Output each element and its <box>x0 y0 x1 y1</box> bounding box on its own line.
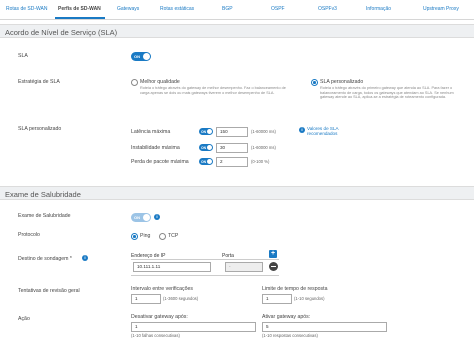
sla-section-header: Acordo de Nível de Serviço (SLA) <box>0 24 474 38</box>
active-tab-indicator <box>55 17 105 19</box>
latency-label: Latência máxima <box>131 129 171 135</box>
latency-toggle[interactable]: ON <box>199 128 213 135</box>
tab-gateways[interactable]: Gateways <box>117 6 139 12</box>
info-icon[interactable]: i <box>299 127 305 133</box>
sla-label: SLA <box>18 53 28 59</box>
best-quality-description: Roteia o tráfego através do gateway de m… <box>140 86 286 95</box>
table-divider <box>131 275 279 276</box>
tab-ospf[interactable]: OSPF <box>271 6 285 12</box>
jitter-toggle-text: ON <box>201 145 207 150</box>
probe-destination-label: Destino de sondagem * <box>18 256 72 262</box>
deactivate-label: Desativar gateway após: <box>131 314 188 320</box>
tab-sdwan-profiles[interactable]: Perfis de SD-WAN <box>58 6 101 12</box>
health-section-title: Exame de Salubridade <box>5 190 81 199</box>
latency-input[interactable]: 150 <box>216 127 248 137</box>
health-check-label: Exame de Salubridade <box>18 213 71 219</box>
tab-information[interactable]: Informação <box>366 6 391 12</box>
custom-sla-radio[interactable] <box>311 79 318 86</box>
ping-radio[interactable] <box>131 233 138 240</box>
toggle-knob <box>207 145 212 150</box>
custom-sla-radio-label: SLA personalizado <box>320 79 364 85</box>
packet-loss-label: Perda de pacote máxima <box>131 159 189 165</box>
timeout-label: Limite de tempo de resposta <box>262 286 328 292</box>
timeout-input[interactable]: 1 <box>262 294 292 304</box>
latency-toggle-text: ON <box>201 129 207 134</box>
tab-upstream-proxy[interactable]: Upstream Proxy <box>423 6 459 12</box>
tcp-radio[interactable] <box>159 233 166 240</box>
health-check-toggle-text: ON <box>134 215 140 220</box>
toggle-knob <box>143 53 150 60</box>
tab-bgp[interactable]: BGP <box>222 6 233 12</box>
jitter-label: Instabilidade máxima <box>131 145 180 151</box>
port-input[interactable]: - <box>225 262 263 272</box>
retry-label: Tentativas de revisão geral <box>18 288 80 294</box>
activate-input[interactable]: 5 <box>262 322 387 332</box>
packet-loss-input[interactable]: 2 <box>216 157 248 167</box>
best-quality-radio[interactable] <box>131 79 138 86</box>
recommended-sla-link[interactable]: Valores de SLA recomendados <box>307 126 367 137</box>
deactivate-input[interactable]: 1 <box>131 322 256 332</box>
packet-loss-toggle-text: ON <box>201 159 207 164</box>
custom-sla-label: SLA personalizado <box>18 126 62 132</box>
ping-label: Ping <box>140 233 151 239</box>
jitter-input[interactable]: 30 <box>216 143 248 153</box>
deactivate-range: (1-10 falhas consecutivas) <box>131 333 180 338</box>
info-icon[interactable]: i <box>154 214 160 220</box>
packet-loss-toggle[interactable]: ON <box>199 158 213 165</box>
tab-static-routes[interactable]: Rotas estáticas <box>160 6 194 12</box>
activate-range: (1-10 respostas consecutivas) <box>262 333 318 338</box>
latency-range: (1-60000 ms) <box>251 129 276 134</box>
interval-input[interactable]: 1 <box>131 294 161 304</box>
tab-ospfv3[interactable]: OSPFv3 <box>318 6 337 12</box>
remove-destination-button[interactable] <box>269 262 278 271</box>
activate-label: Ativar gateway após: <box>262 314 311 320</box>
health-check-toggle[interactable]: ON <box>131 213 151 222</box>
table-divider <box>131 259 279 260</box>
timeout-range: (1-10 segundos) <box>294 296 325 301</box>
custom-sla-description: Roteia o tráfego através do primeiro gat… <box>320 86 454 100</box>
toggle-knob <box>207 159 212 164</box>
tab-sdwan-routes[interactable]: Rotas de SD-WAN <box>6 6 48 12</box>
jitter-range: (1-60000 ms) <box>251 145 276 150</box>
best-quality-label: Melhor qualidade <box>140 79 180 85</box>
sla-toggle-text: ON <box>134 54 140 59</box>
add-destination-button[interactable]: + <box>269 250 277 258</box>
action-label: Ação <box>18 316 30 322</box>
sla-section-title: Acordo de Nível de Serviço (SLA) <box>5 28 118 37</box>
ip-address-input[interactable]: 10.111.1.11 <box>133 262 211 272</box>
interval-range: (1-3600 segundos) <box>163 296 199 301</box>
jitter-toggle[interactable]: ON <box>199 144 213 151</box>
packet-loss-range: (0-100 %) <box>251 159 270 164</box>
strategy-label: Estratégia de SLA <box>18 79 60 85</box>
sla-toggle[interactable]: ON <box>131 52 151 61</box>
tcp-label: TCP <box>168 233 179 239</box>
tab-bar: Rotas de SD-WAN Perfis de SD-WAN Gateway… <box>0 0 474 20</box>
info-icon[interactable]: i <box>82 255 88 261</box>
interval-label: Intervalo entre verificações <box>131 286 193 292</box>
toggle-knob <box>207 129 212 134</box>
protocol-label: Protocolo <box>18 232 40 238</box>
toggle-knob <box>143 214 150 221</box>
health-section-header: Exame de Salubridade <box>0 186 474 200</box>
